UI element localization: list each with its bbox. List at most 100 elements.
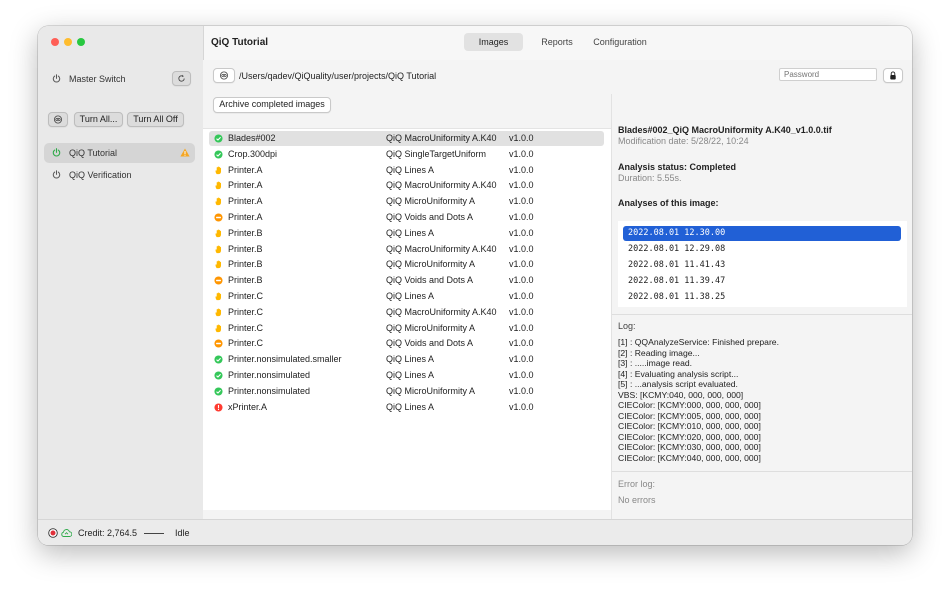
table-row[interactable]: Printer.B QiQ Voids and Dots A v1.0.0 bbox=[209, 273, 604, 288]
table-row[interactable]: Printer.C QiQ MacroUniformity A.K40 v1.0.0 bbox=[209, 305, 604, 320]
log-line: CIEColor: [KCMY:045, 000, 000, 000] bbox=[618, 463, 761, 465]
table-row[interactable]: Printer.B QiQ MicroUniformity A v1.0.0 bbox=[209, 257, 604, 272]
analysis-version: v1.0.0 bbox=[509, 227, 534, 238]
analysis-name: QiQ MacroUniformity A.K40 bbox=[386, 133, 497, 143]
hand-icon bbox=[215, 308, 222, 316]
analysis-version: v1.0.0 bbox=[509, 133, 534, 143]
analysis-name: QiQ MacroUniformity A.K40 bbox=[386, 180, 497, 191]
main-content: /Users/qadev/QiQuality/user/projects/QiQ… bbox=[203, 60, 912, 519]
analysis-version: v1.0.0 bbox=[509, 354, 534, 365]
table-row[interactable]: Printer.C QiQ Lines A v1.0.0 bbox=[209, 289, 604, 304]
password-field[interactable] bbox=[779, 68, 877, 81]
table-row[interactable]: Printer.nonsimulated QiQ MicroUniformity … bbox=[209, 384, 604, 399]
eye-toggle-button[interactable] bbox=[48, 112, 68, 127]
path-bar: /Users/qadev/QiQuality/user/projects/QiQ… bbox=[203, 60, 912, 84]
analysis-version: v1.0.0 bbox=[509, 306, 534, 317]
analysis-run-item[interactable]: 2022.08.01 12.30.00 bbox=[623, 226, 901, 241]
table-row[interactable]: xPrinter.A QiQ Lines A v1.0.0 bbox=[209, 400, 604, 415]
analysis-name: QiQ Lines A bbox=[386, 291, 435, 301]
analysis-version: v1.0.0 bbox=[509, 401, 534, 412]
analyses-header: Analyses of this image: bbox=[618, 198, 719, 208]
table-row[interactable]: Printer.A QiQ Voids and Dots A v1.0.0 bbox=[209, 210, 604, 225]
log-line: [1] : QQAnalyzeService: Finished prepare… bbox=[618, 337, 779, 347]
sidebar-item-label: QiQ Verification bbox=[69, 170, 132, 180]
reveal-folder-button[interactable] bbox=[213, 68, 235, 83]
analysis-version: v1.0.0 bbox=[509, 212, 534, 222]
table-row[interactable]: Printer.A QiQ MicroUniformity A v1.0.0 bbox=[209, 194, 604, 209]
table-row[interactable]: Printer.nonsimulated QiQ Lines A v1.0.0 bbox=[209, 368, 604, 383]
tab-images[interactable]: Images bbox=[464, 33, 523, 51]
cloud-sync-icon bbox=[61, 529, 72, 537]
tab-reports[interactable]: Reports bbox=[532, 33, 582, 51]
analysis-run-item[interactable]: 2022.08.01 11.38.25 bbox=[623, 290, 901, 305]
log-line: [5] : ...analysis script evaluated. bbox=[618, 379, 738, 389]
hand-icon bbox=[215, 197, 222, 206]
hand-icon bbox=[215, 324, 222, 332]
zoom-window-button[interactable] bbox=[77, 38, 85, 46]
detail-pane: Blades#002_QiQ MacroUniformity A.K40_v1.… bbox=[611, 94, 912, 519]
hand-icon bbox=[215, 181, 222, 190]
analysis-run-item[interactable]: 2022.08.01 12.29.08 bbox=[623, 242, 901, 257]
table-row[interactable]: Printer.C QiQ MicroUniformity A v1.0.0 bbox=[209, 321, 604, 336]
title-bar: QiQ Tutorial Images Reports Configuratio… bbox=[203, 26, 912, 60]
turn-all-on-button[interactable]: Turn All... bbox=[74, 112, 123, 127]
close-window-button[interactable] bbox=[51, 38, 59, 46]
analysis-duration: Duration: 5.55s. bbox=[618, 173, 682, 183]
analysis-name: QiQ Lines A bbox=[386, 354, 435, 365]
table-row[interactable]: Crop.300dpi QiQ SingleTargetUniform v1.0.0 bbox=[209, 147, 604, 162]
analysis-run-item[interactable]: 2022.08.01 11.41.43 bbox=[623, 258, 901, 273]
tab-configuration[interactable]: Configuration bbox=[590, 33, 650, 51]
power-on-icon[interactable] bbox=[52, 148, 61, 157]
tab-bar: Images Reports Configuration bbox=[464, 33, 649, 51]
divider bbox=[612, 471, 912, 472]
credit-label: Credit: 2,764.5 bbox=[78, 528, 138, 538]
image-name: Printer.C bbox=[228, 291, 264, 301]
analysis-run-item[interactable]: 2022.08.01 11.39.47 bbox=[623, 274, 901, 289]
image-name: Printer.B bbox=[228, 243, 263, 254]
analysis-version: v1.0.0 bbox=[509, 385, 534, 396]
warning-icon bbox=[180, 148, 190, 157]
table-row[interactable]: Printer.nonsimulated.smaller QiQ Lines A v… bbox=[209, 352, 604, 367]
analyses-list: 2022.08.01 12.30.00 2022.08.01 12.29.08 20… bbox=[618, 221, 907, 307]
power-icon[interactable] bbox=[52, 170, 61, 179]
archive-completed-button[interactable]: Archive completed images bbox=[213, 97, 331, 113]
app-window: Master Switch Turn All... Turn All Off Q… bbox=[38, 26, 912, 545]
modification-date: Modification date: 5/28/22, 10:24 bbox=[618, 136, 749, 146]
analysis-name: QiQ MicroUniformity A bbox=[386, 385, 476, 396]
error-log-text: No errors bbox=[618, 495, 656, 505]
master-switch-label: Master Switch bbox=[69, 74, 126, 84]
analysis-name: QiQ MacroUniformity A.K40 bbox=[386, 243, 497, 254]
analysis-name: QiQ Lines A bbox=[386, 401, 435, 412]
table-row[interactable]: Printer.B QiQ Lines A v1.0.0 bbox=[209, 226, 604, 241]
image-name: xPrinter.A bbox=[228, 401, 268, 412]
image-name: Printer.B bbox=[228, 275, 263, 286]
log-line: CIEColor: [KCMY:020, 000, 000, 000] bbox=[618, 431, 761, 442]
refresh-button[interactable] bbox=[172, 71, 191, 86]
image-name: Printer.A bbox=[228, 196, 263, 207]
refresh-icon bbox=[178, 74, 185, 82]
hand-icon bbox=[215, 229, 222, 237]
analysis-version: v1.0.0 bbox=[509, 148, 534, 159]
analysis-version: v1.0.0 bbox=[509, 322, 534, 333]
log-line: CIEColor: [KCMY:040, 000, 000, 000] bbox=[618, 452, 761, 463]
analysis-status: Analysis status: Completed bbox=[618, 162, 737, 172]
image-name: Crop.300dpi bbox=[228, 148, 278, 159]
sidebar-item-qiq-verification[interactable]: QiQ Verification bbox=[44, 165, 195, 185]
analysis-version: v1.0.0 bbox=[509, 196, 534, 207]
table-row[interactable]: Printer.C QiQ Voids and Dots A v1.0.0 bbox=[209, 336, 604, 351]
sidebar: Master Switch Turn All... Turn All Off Q… bbox=[38, 26, 204, 545]
lock-button[interactable] bbox=[883, 68, 903, 83]
error-log-header: Error log: bbox=[618, 479, 656, 489]
checkmark-circle-icon bbox=[214, 355, 223, 364]
table-row[interactable]: Blades#002 QiQ MacroUniformity A.K40 v1.0.… bbox=[209, 131, 604, 146]
lock-icon bbox=[890, 71, 896, 80]
turn-all-off-button[interactable]: Turn All Off bbox=[127, 112, 184, 127]
minimize-window-button[interactable] bbox=[64, 38, 72, 46]
sidebar-item-qiq-tutorial[interactable]: QiQ Tutorial bbox=[44, 143, 195, 163]
table-row[interactable]: Printer.B QiQ MacroUniformity A.K40 v1.0.0 bbox=[209, 242, 604, 257]
power-icon[interactable] bbox=[52, 74, 61, 83]
hand-icon bbox=[215, 292, 222, 301]
table-row[interactable]: Printer.A QiQ Lines A v1.0.0 bbox=[209, 163, 604, 178]
eye-icon bbox=[53, 115, 63, 124]
table-row[interactable]: Printer.A QiQ MacroUniformity A.K40 v1.0.0 bbox=[209, 178, 604, 193]
